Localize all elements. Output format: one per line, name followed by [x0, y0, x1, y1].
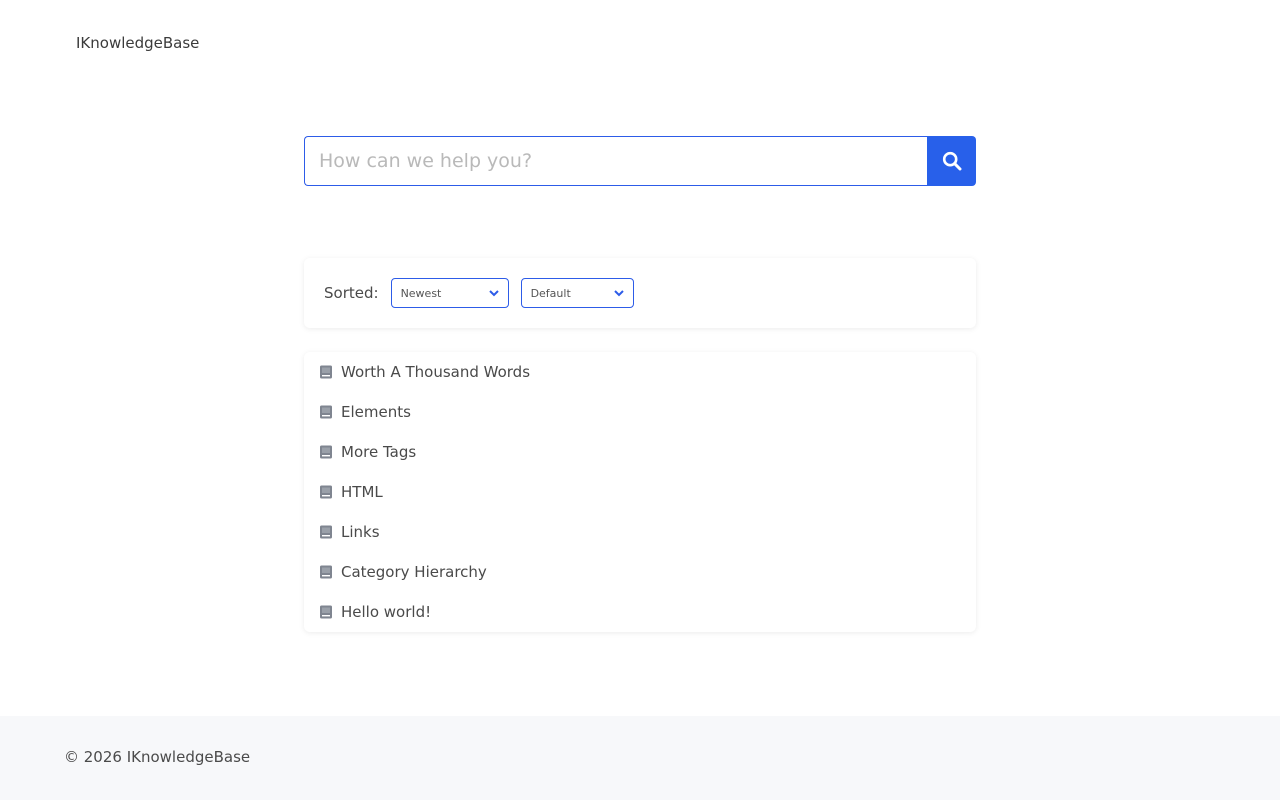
article-link[interactable]: Hello world! — [319, 592, 431, 632]
article-title: More Tags — [341, 443, 417, 461]
book-icon — [319, 405, 333, 419]
article-link[interactable]: Worth A Thousand Words — [319, 352, 530, 392]
article-title: Hello world! — [341, 603, 432, 621]
book-icon — [319, 485, 333, 499]
article-list: Worth A Thousand Words Elements More Tag… — [304, 352, 976, 632]
sort-type-value: Default — [530, 286, 571, 300]
article-title: Links — [341, 523, 380, 541]
chevron-down-icon — [488, 289, 499, 297]
sort-bar: Sorted: Newest Default — [304, 258, 976, 328]
footer-copyright: © 2026 IKnowledgeBase — [64, 748, 251, 766]
book-icon — [319, 365, 333, 379]
search-input[interactable] — [304, 136, 927, 186]
article-title: HTML — [341, 483, 383, 501]
article-link[interactable]: Category Hierarchy — [319, 552, 487, 592]
article-link[interactable]: Links — [319, 512, 380, 552]
book-icon — [319, 565, 333, 579]
article-title: Elements — [341, 403, 411, 421]
book-icon — [319, 605, 333, 619]
sort-label: Sorted: — [324, 284, 379, 302]
article-title: Worth A Thousand Words — [341, 363, 531, 381]
footer: © 2026 IKnowledgeBase — [0, 716, 1280, 800]
book-icon — [319, 525, 333, 539]
sort-type-select[interactable]: Default — [520, 278, 634, 308]
article-link[interactable]: Elements — [319, 392, 411, 432]
search-button[interactable] — [927, 136, 976, 186]
page: IKnowledgeBase Sorted: Newest Default — [0, 0, 1280, 800]
search-icon — [942, 151, 962, 171]
search-form — [304, 136, 976, 186]
site-title-link[interactable]: IKnowledgeBase — [76, 33, 199, 53]
sort-order-value: Newest — [400, 286, 442, 300]
chevron-down-icon — [613, 289, 624, 297]
article-link[interactable]: HTML — [319, 472, 383, 512]
article-link[interactable]: More Tags — [319, 432, 416, 472]
book-icon — [319, 445, 333, 459]
sort-order-select[interactable]: Newest — [390, 278, 509, 308]
article-title: Category Hierarchy — [341, 563, 487, 581]
